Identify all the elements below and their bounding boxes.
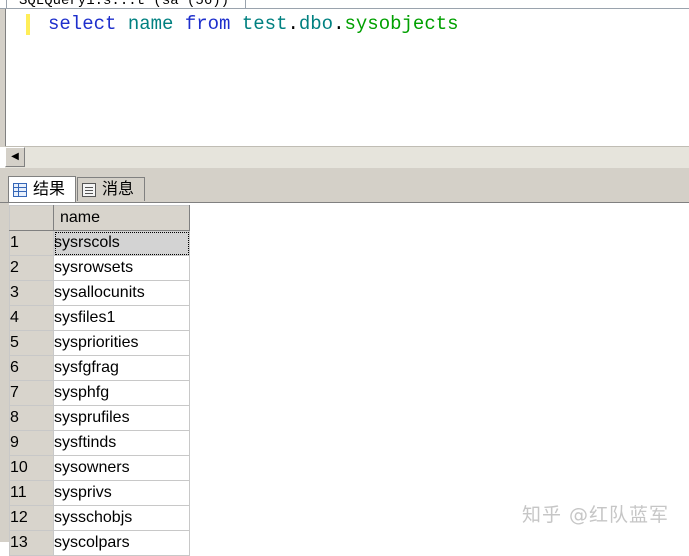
scroll-left-arrow-icon[interactable]: ◀: [5, 147, 25, 167]
grid-cell[interactable]: sysfgfrag: [53, 355, 190, 381]
table-row: 3 sysallocunits: [9, 280, 190, 306]
row-number[interactable]: 3: [9, 280, 54, 306]
database-name: test: [241, 13, 288, 35]
row-number[interactable]: 2: [9, 255, 54, 281]
row-number[interactable]: 5: [9, 330, 54, 356]
table-row: 1 sysrscols: [9, 230, 190, 256]
editor-horizontal-scrollbar[interactable]: ◀: [5, 146, 689, 169]
table-row: 9 sysftinds: [9, 430, 190, 456]
query-line[interactable]: select name from test.dbo.sysobjects: [48, 12, 459, 36]
table-row: 6 sysfgfrag: [9, 355, 190, 381]
row-number[interactable]: 4: [9, 305, 54, 331]
dot: .: [333, 13, 345, 35]
grid-cell[interactable]: sysschobjs: [53, 505, 190, 531]
grid-cell[interactable]: sysfiles1: [53, 305, 190, 331]
table-row: 8 sysprufiles: [9, 405, 190, 431]
editor-margin: [6, 9, 26, 147]
table-row: 10 sysowners: [9, 455, 190, 481]
results-tabbar: 结果 消息: [0, 174, 689, 203]
grid-left-bar: [0, 203, 9, 542]
results-grid[interactable]: name 1 sysrscols 2 sysrowsets 3 sysallocuni…: [9, 205, 190, 556]
message-icon: [82, 182, 96, 197]
table-row: 7 sysphfg: [9, 380, 190, 406]
keyword-select: select: [48, 13, 117, 35]
tab-results-label: 结果: [33, 180, 66, 198]
grid-cell[interactable]: sysprufiles: [53, 405, 190, 431]
grid-cell[interactable]: sysrowsets: [53, 255, 190, 281]
grid-cell[interactable]: sysftinds: [53, 430, 190, 456]
table-row: 4 sysfiles1: [9, 305, 190, 331]
tab-messages[interactable]: 消息: [77, 177, 145, 201]
tab-results[interactable]: 结果: [8, 176, 76, 202]
row-number[interactable]: 1: [9, 230, 54, 256]
row-number[interactable]: 12: [9, 505, 54, 531]
grid-cell[interactable]: sysphfg: [53, 380, 190, 406]
row-number[interactable]: 6: [9, 355, 54, 381]
row-number[interactable]: 8: [9, 405, 54, 431]
grid-icon: [13, 182, 27, 197]
watermark: 知乎 @红队蓝军: [522, 504, 670, 526]
grid-cell[interactable]: syspriorities: [53, 330, 190, 356]
row-number[interactable]: 9: [9, 430, 54, 456]
tab-messages-label: 消息: [102, 180, 135, 198]
schema-name: dbo: [298, 13, 334, 35]
column-name: name: [127, 13, 174, 35]
grid-cell[interactable]: sysrscols: [53, 230, 190, 256]
results-grid-area: name 1 sysrscols 2 sysrowsets 3 sysallocuni…: [0, 203, 689, 556]
dot: .: [287, 13, 299, 35]
row-number[interactable]: 7: [9, 380, 54, 406]
query-editor[interactable]: select name from test.dbo.sysobjects: [0, 8, 689, 147]
row-number[interactable]: 10: [9, 455, 54, 481]
column-header-name[interactable]: name: [53, 205, 190, 231]
table-row: 11 sysprivs: [9, 480, 190, 506]
table-row: 12 sysschobjs: [9, 505, 190, 531]
change-indicator: [26, 14, 30, 35]
table-row: 5 syspriorities: [9, 330, 190, 356]
grid-cell[interactable]: sysowners: [53, 455, 190, 481]
table-name: sysobjects: [344, 13, 459, 35]
grid-cell[interactable]: sysallocunits: [53, 280, 190, 306]
grid-corner[interactable]: [9, 205, 54, 231]
row-number[interactable]: 13: [9, 530, 54, 556]
keyword-from: from: [184, 13, 231, 35]
row-number[interactable]: 11: [9, 480, 54, 506]
table-row: 13 syscolpars: [9, 530, 190, 556]
table-row: 2 sysrowsets: [9, 255, 190, 281]
grid-cell[interactable]: syscolpars: [53, 530, 190, 556]
grid-cell[interactable]: sysprivs: [53, 480, 190, 506]
